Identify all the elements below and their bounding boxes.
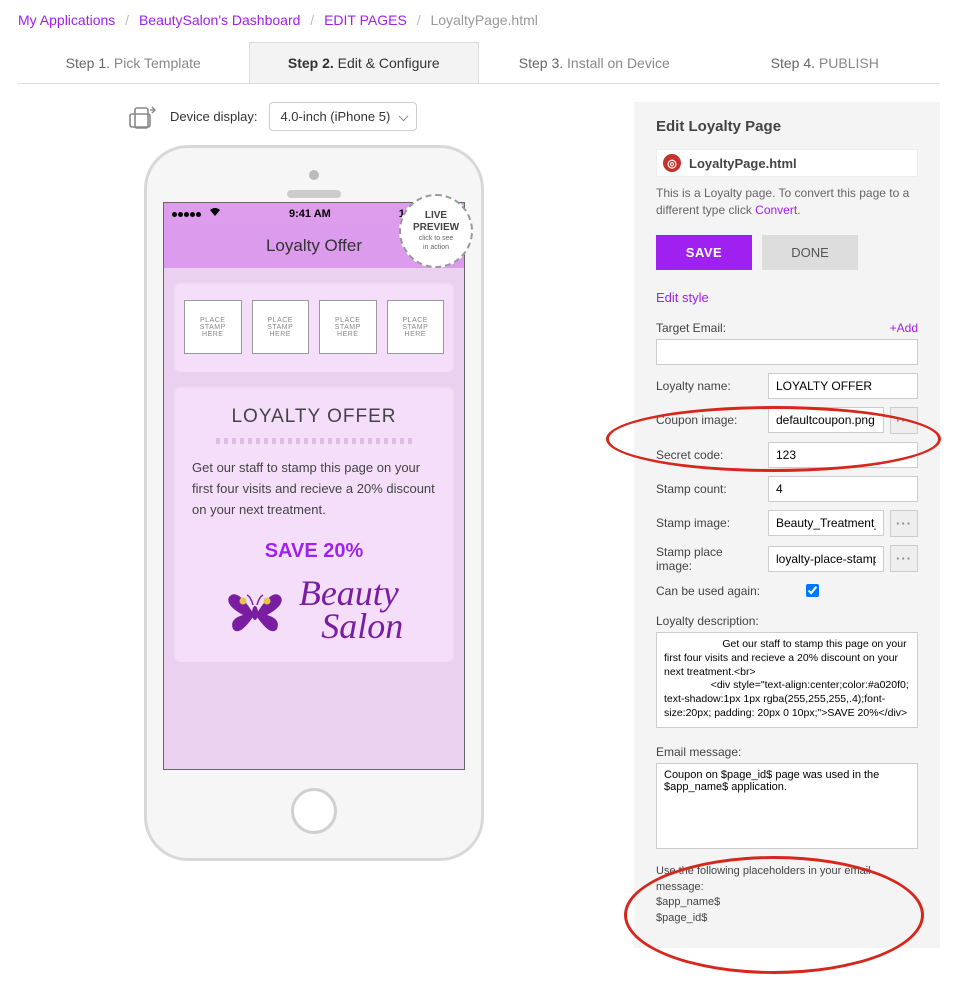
phone-speaker: [287, 190, 341, 198]
loyalty-name-label: Loyalty name:: [656, 379, 762, 393]
stamp-slot[interactable]: PLACESTAMPHERE: [319, 300, 377, 354]
step-1[interactable]: Step 1. Pick Template: [18, 42, 249, 83]
breadcrumb-link-3[interactable]: EDIT PAGES: [324, 12, 407, 28]
stamp-image-input[interactable]: [768, 510, 884, 536]
offer-save-text: SAVE 20%: [192, 540, 436, 563]
phone-home-button[interactable]: [291, 788, 337, 834]
device-display-bar: Device display: 4.0-inch (iPhone 5): [128, 102, 610, 131]
convert-link[interactable]: Convert: [755, 203, 797, 217]
secret-code-label: Secret code:: [656, 448, 762, 462]
file-type-icon: ◎: [663, 154, 681, 172]
stamp-place-image-input[interactable]: [768, 546, 884, 572]
coupon-image-input[interactable]: [768, 407, 884, 433]
stamps-container: PLACESTAMPHERE PLACESTAMPHERE PLACESTAMP…: [174, 282, 454, 372]
target-email-label: Target Email:: [656, 321, 726, 335]
breadcrumb-link-1[interactable]: My Applications: [18, 12, 115, 28]
can-reuse-checkbox[interactable]: [806, 584, 819, 597]
stamp-place-image-browse[interactable]: ···: [890, 545, 918, 572]
phone-time: 9:41 AM: [289, 208, 331, 220]
placeholder-hint: Use the following placeholders in your e…: [656, 864, 918, 926]
stamp-slot[interactable]: PLACESTAMPHERE: [184, 300, 242, 354]
loyalty-name-input[interactable]: [768, 373, 918, 399]
salon-logo: Beauty Salon: [192, 577, 436, 642]
phone-camera: [309, 170, 319, 180]
live-preview-badge[interactable]: LIVE PREVIEW click to see in action: [399, 194, 473, 268]
done-button[interactable]: DONE: [762, 235, 858, 270]
save-button[interactable]: SAVE: [656, 235, 752, 270]
stamp-count-input[interactable]: [768, 476, 918, 502]
can-reuse-label: Can be used again:: [656, 584, 796, 598]
secret-code-input[interactable]: [768, 442, 918, 468]
offer-title: LOYALTY OFFER: [192, 406, 436, 428]
target-email-input[interactable]: [656, 339, 918, 365]
breadcrumb-link-2[interactable]: BeautySalon's Dashboard: [139, 12, 300, 28]
edit-style-link[interactable]: Edit style: [656, 290, 709, 305]
wizard-steps: Step 1. Pick Template Step 2. Edit & Con…: [18, 42, 940, 84]
signal-icon: [172, 207, 221, 220]
edit-panel: Edit Loyalty Page ◎ LoyaltyPage.html Thi…: [634, 102, 940, 948]
phone-mockup: LIVE PREVIEW click to see in action: [144, 145, 484, 861]
phone-screen: 9:41 AM 100% Loyalty Offer PLACESTAMPHER…: [163, 202, 465, 770]
breadcrumb-current: LoyaltyPage.html: [430, 12, 537, 28]
stamp-place-image-label: Stamp place image:: [656, 545, 762, 574]
email-message-label: Email message:: [656, 745, 918, 759]
device-rotate-icon: [128, 103, 158, 131]
stamp-count-label: Stamp count:: [656, 482, 762, 496]
device-display-label: Device display:: [170, 109, 257, 124]
device-display-select[interactable]: 4.0-inch (iPhone 5): [269, 102, 417, 131]
stamp-slot[interactable]: PLACESTAMPHERE: [387, 300, 445, 354]
loyalty-description-textarea[interactable]: Get our staff to stamp this page on your…: [656, 632, 918, 728]
stamp-image-label: Stamp image:: [656, 516, 762, 530]
butterfly-icon: [225, 583, 285, 637]
step-2[interactable]: Step 2. Edit & Configure: [249, 42, 480, 83]
file-name: LoyaltyPage.html: [689, 156, 797, 171]
coupon-image-label: Coupon image:: [656, 413, 762, 427]
file-indicator: ◎ LoyaltyPage.html: [656, 149, 918, 177]
breadcrumb: My Applications / BeautySalon's Dashboar…: [0, 0, 958, 36]
loyalty-description-label: Loyalty description:: [656, 614, 918, 628]
stamp-slot[interactable]: PLACESTAMPHERE: [252, 300, 310, 354]
offer-divider: [216, 438, 412, 444]
step-4[interactable]: Step 4. PUBLISH: [710, 42, 941, 83]
email-message-textarea[interactable]: Coupon on $page_id$ page was used in the…: [656, 763, 918, 849]
step-3[interactable]: Step 3. Install on Device: [479, 42, 710, 83]
offer-description: Get our staff to stamp this page on your…: [192, 458, 436, 520]
file-hint: This is a Loyalty page. To convert this …: [656, 185, 918, 219]
coupon-image-browse[interactable]: ···: [890, 407, 918, 434]
add-target-email[interactable]: +Add: [890, 321, 918, 335]
panel-title: Edit Loyalty Page: [656, 118, 918, 135]
stamp-image-browse[interactable]: ···: [890, 510, 918, 537]
offer-card: LOYALTY OFFER Get our staff to stamp thi…: [174, 386, 454, 662]
